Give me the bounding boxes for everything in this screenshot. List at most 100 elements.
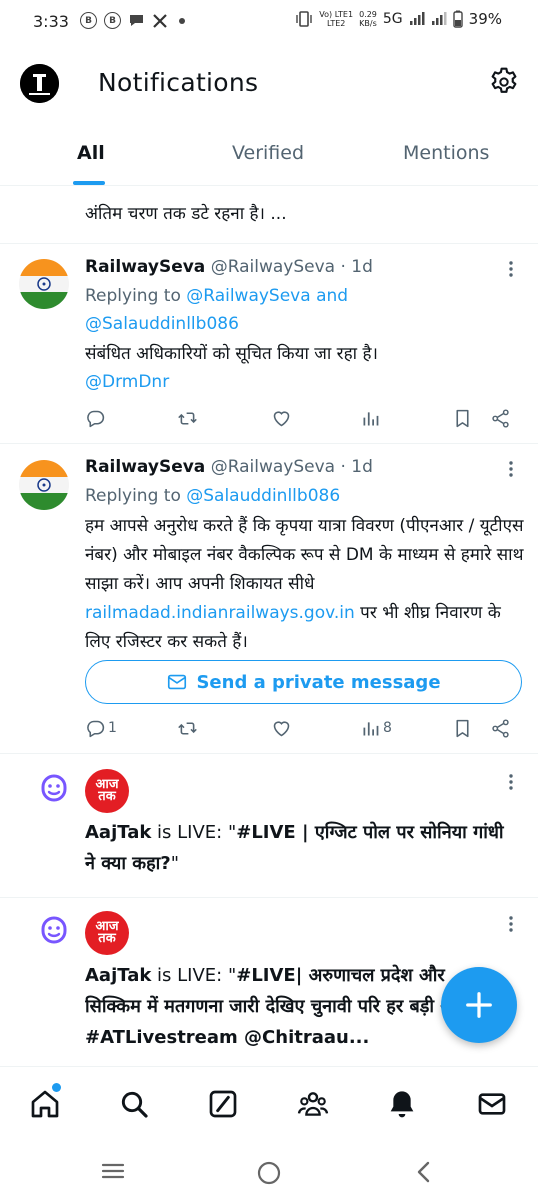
views-chart-icon [363,721,379,735]
spaces-live-icon [41,774,67,802]
send-private-message-button[interactable]: Send a private message [85,660,522,704]
b-app-icon: B [80,12,97,29]
status-bar: 3:33 B B Vo) LTE1 LTE2 0.29 KB/s 5G 39% [0,0,538,46]
bookmark-button[interactable] [452,407,473,429]
post-header: RailwaySeva @RailwaySeva · 1d [85,253,373,282]
bookmark-icon [456,409,469,427]
live-author[interactable]: AajTak [85,965,151,986]
author-name[interactable]: RailwaySeva [85,457,205,477]
repost-icon [178,721,197,735]
status-system-icons: Vo) LTE1 LTE2 0.29 KB/s 5G 39% [295,10,502,28]
replying-to-users[interactable]: @RailwaySeva and [186,286,348,306]
reply-icon [87,410,105,427]
network-speed: 0.29 KB/s [359,10,377,28]
signal-icon [409,12,425,25]
back-icon[interactable] [414,1160,434,1184]
messages-envelope-icon[interactable] [476,1088,508,1120]
signal-icon [431,12,447,25]
avatar-image [20,64,59,103]
grok-icon[interactable] [207,1088,239,1120]
b-app-icon: B [104,12,121,29]
repost-button[interactable] [177,717,198,739]
notifications-bell-icon[interactable] [386,1088,418,1120]
gear-icon[interactable] [488,66,520,98]
aajtak-logo[interactable]: आज तक [85,769,129,813]
replying-to-users[interactable]: @Salauddinllb086 [186,486,340,506]
views-chart-icon [363,411,379,425]
author-handle-time: @RailwaySeva · 1d [210,457,373,477]
repost-button[interactable] [177,407,198,429]
views-count: 8 [383,720,392,736]
railwayseva-avatar[interactable] [19,460,69,510]
live-notification-text: AajTak is LIVE: "#LIVE | एग्जिट पोल पर स… [85,822,504,874]
chat-bubble-icon [130,15,143,26]
replying-to: Replying to @Salauddinllb086 [85,486,341,506]
repost-icon [178,411,197,425]
share-button[interactable] [490,717,511,739]
tab-all[interactable]: All [77,142,105,164]
more-options-icon[interactable] [505,459,517,479]
battery-icon [452,10,463,28]
heart-icon [273,410,290,426]
share-icon [492,408,509,428]
compose-fab-button[interactable] [441,967,517,1043]
plus-icon [466,992,492,1018]
replying-to: Replying to @RailwaySeva and [85,286,349,306]
dot-icon [179,17,185,24]
more-options-icon[interactable] [505,914,517,934]
recent-apps-icon[interactable] [100,1160,126,1182]
home-unread-dot [52,1083,61,1092]
like-button[interactable] [271,717,292,739]
network-type: 5G [382,11,403,27]
profile-avatar[interactable] [20,64,59,103]
post-link[interactable]: railmadad.indianrailways.gov.in [85,603,355,623]
battery-percent: 39% [468,10,502,28]
status-notification-icons: B B [80,12,185,29]
vibrate-icon [296,11,312,27]
railwayseva-avatar[interactable] [19,259,69,309]
aajtak-logo[interactable]: आज तक [85,911,129,955]
search-icon[interactable] [118,1088,150,1120]
envelope-icon [168,674,187,690]
home-circle-icon[interactable] [256,1160,282,1186]
live-author[interactable]: AajTak [85,822,151,843]
replying-to-user[interactable]: @Salauddinllb086 [85,310,239,339]
author-name[interactable]: RailwaySeva [85,257,205,277]
bookmark-icon [456,719,469,737]
tab-mentions[interactable]: Mentions [403,142,489,164]
status-time: 3:33 [33,12,69,31]
communities-icon[interactable] [297,1088,329,1120]
tab-verified[interactable]: Verified [232,142,304,164]
divider [0,753,538,754]
post-actions [85,407,525,431]
views-button[interactable] [360,407,381,429]
bottom-navigation [0,1066,538,1142]
post-header: RailwaySeva @RailwaySeva · 1d [85,453,373,482]
truncated-post-text[interactable]: अंतिम चरण तक डटे रहना है। ... [85,199,287,229]
post-actions: 1 8 [85,717,525,741]
like-button[interactable] [271,407,292,429]
heart-icon [273,720,290,736]
divider [0,443,538,444]
android-navigation-bar [0,1142,538,1200]
reply-button[interactable]: 1 [85,717,117,739]
views-button[interactable]: 8 [360,717,392,739]
divider [0,897,538,898]
divider [0,243,538,244]
reply-button[interactable] [85,407,106,429]
more-options-icon[interactable] [505,772,517,792]
post-body: संबंधित अधिकारियों को सूचित किया जा रहा … [85,344,378,364]
home-icon[interactable] [29,1088,61,1120]
x-logo-icon [153,13,167,28]
more-options-icon[interactable] [505,259,517,279]
network-label: Vo) LTE1 LTE2 [319,10,354,28]
post-body: हम आपसे अनुरोध करते हैं कि कृपया यात्रा … [85,516,524,652]
truncated-post-remnant [85,186,485,193]
share-icon [492,718,509,738]
author-handle-time: @RailwaySeva · 1d [210,257,373,277]
share-button[interactable] [490,407,511,429]
post-mention[interactable]: @DrmDnr [85,368,169,397]
bookmark-button[interactable] [452,717,473,739]
page-title: Notifications [98,68,259,97]
spaces-live-icon [41,916,67,944]
